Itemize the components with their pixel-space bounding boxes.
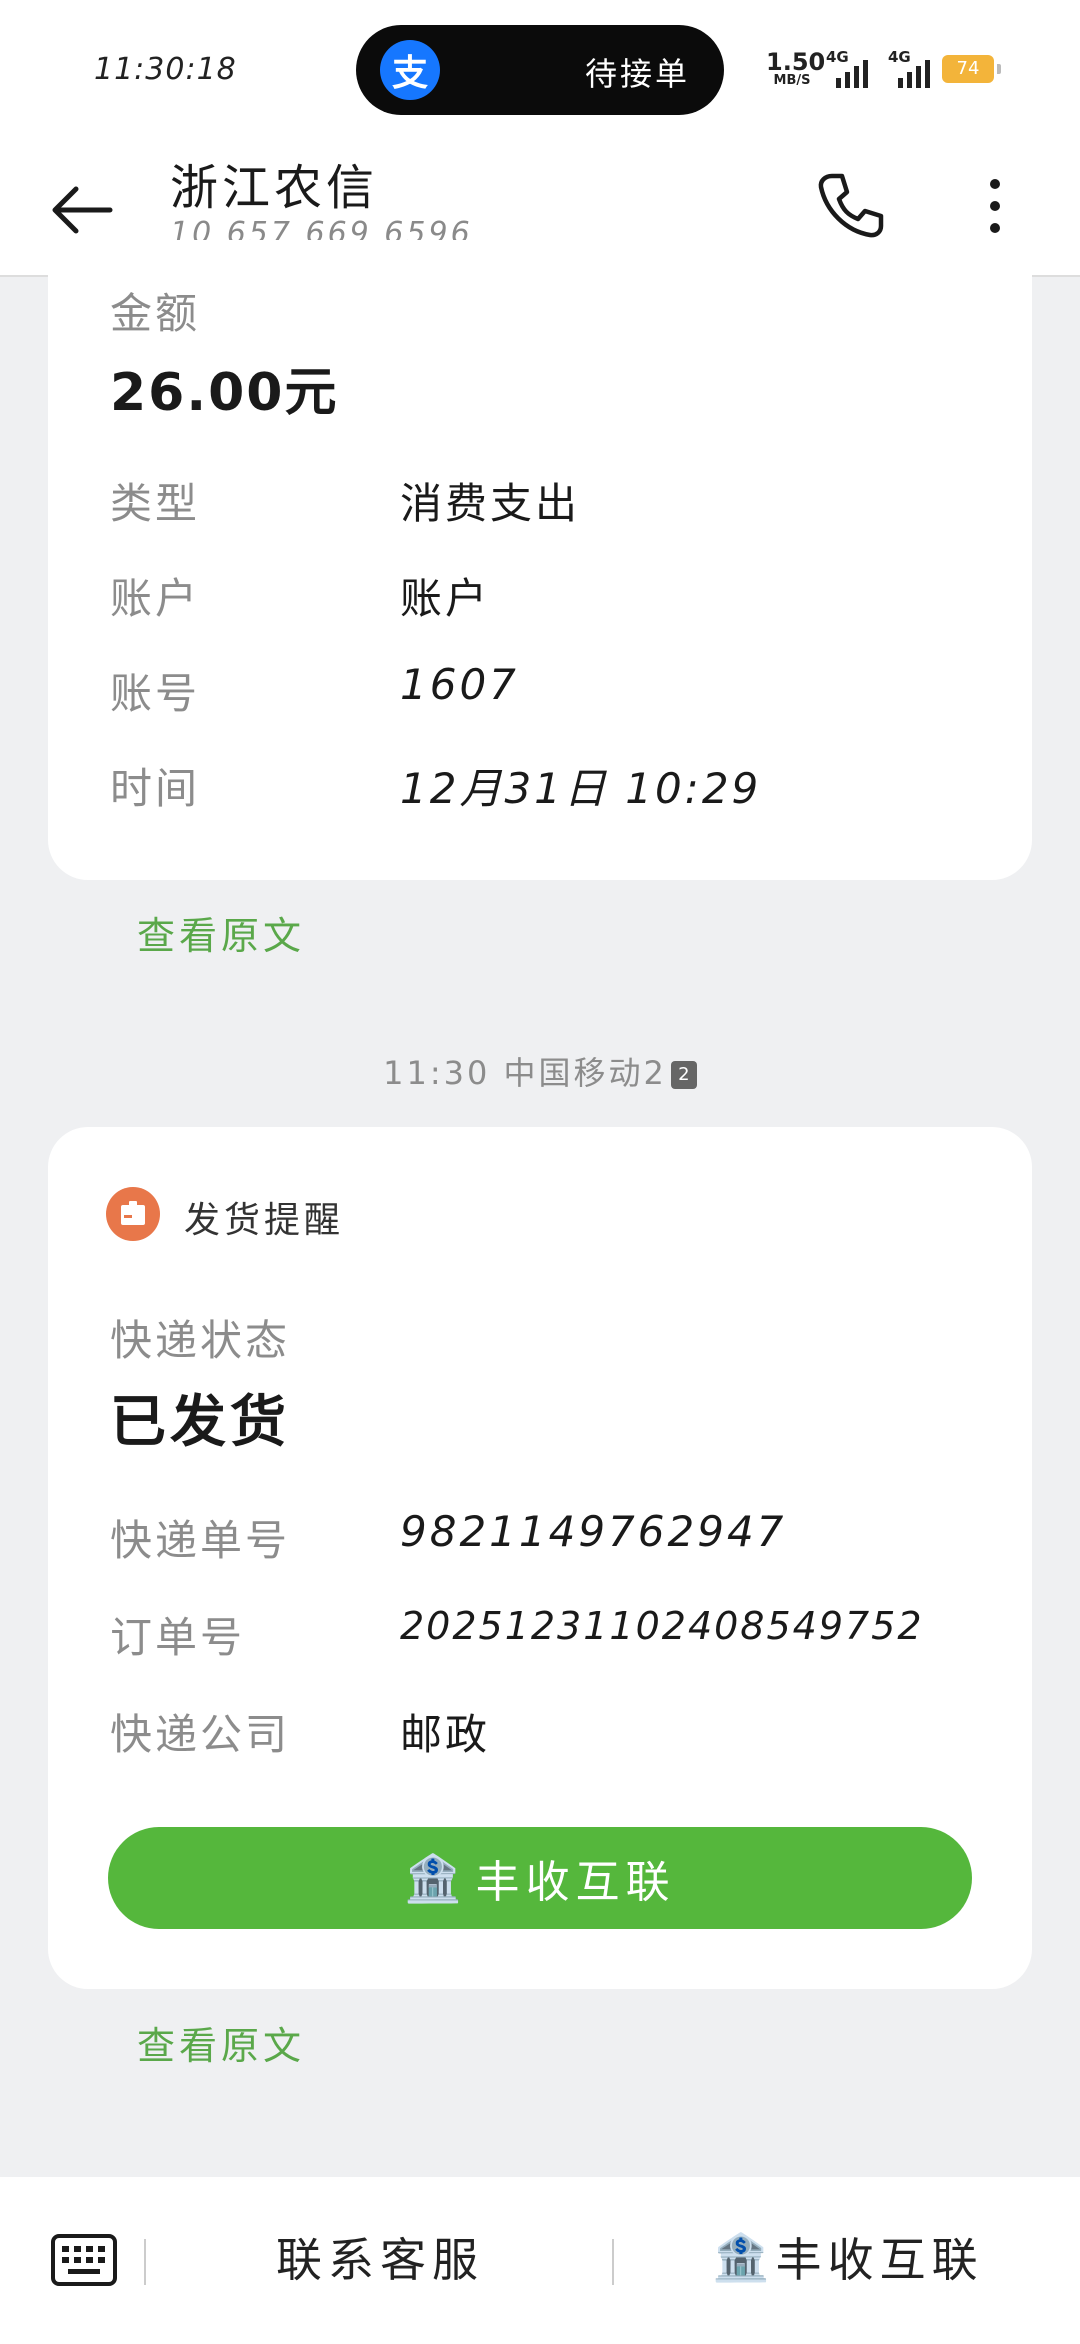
battery-icon: 74 <box>942 55 1001 83</box>
sim-badge: 2 <box>670 1061 697 1089</box>
status-time: 11:30:18 <box>94 52 237 87</box>
keyboard-icon <box>51 2234 117 2286</box>
account-number-value: 1607 <box>400 660 519 709</box>
more-options-button[interactable] <box>970 166 1020 246</box>
fengshou-menu[interactable]: 🏦 丰收互联 <box>616 2217 1080 2297</box>
courier-value: 邮政 <box>400 1710 491 1759</box>
view-original-link[interactable]: 查看原文 <box>137 905 305 960</box>
network-speed: 1.50 MB/S <box>766 48 826 88</box>
phone-icon <box>818 173 884 238</box>
keyboard-toggle-button[interactable] <box>50 2233 118 2287</box>
amount-value: 26.00元 <box>110 363 339 423</box>
package-icon <box>106 1187 160 1241</box>
amount-label: 金额 <box>110 289 201 338</box>
transaction-card: 金额 26.00元 类型 消费支出 账户 账户 账号 1607 时间 12月31… <box>48 240 1032 880</box>
arrow-left-icon <box>52 186 113 234</box>
delivery-status-label: 快递状态 <box>110 1316 291 1365</box>
bottom-menu-bar: 联系客服 🏦 丰收互联 <box>0 2177 1080 2344</box>
tracking-number-label: 快递单号 <box>110 1516 291 1565</box>
time-value: 12月31日 10:29 <box>400 764 762 813</box>
status-bar: 11:30:18 支 待接单 1.50 MB/S 4G 4G 74 <box>0 0 1080 140</box>
message-sender: 中国移动2 <box>503 1054 667 1092</box>
order-number-label: 订单号 <box>110 1613 246 1662</box>
signal-1-icon: 4G <box>826 48 878 88</box>
account-label: 账户 <box>110 574 201 623</box>
action-button-label: 丰收互联 <box>475 1857 676 1908</box>
dynamic-island[interactable]: 支 待接单 <box>356 25 724 115</box>
card-title: 发货提醒 <box>184 1200 345 1241</box>
type-value: 消费支出 <box>400 479 581 528</box>
contact-service-menu[interactable]: 联系客服 <box>150 2217 610 2297</box>
signal-2-icon: 4G <box>888 48 940 88</box>
order-number-value: 20251231102408549752 <box>400 1604 924 1648</box>
call-button[interactable] <box>810 166 890 246</box>
time-label: 时间 <box>110 764 201 813</box>
delivery-status-value: 已发货 <box>110 1390 290 1455</box>
type-label: 类型 <box>110 479 201 528</box>
courier-label: 快递公司 <box>110 1710 291 1759</box>
shipping-card: 发货提醒 快递状态 已发货 快递单号 9821149762947 订单号 202… <box>48 1127 1032 1989</box>
tracking-number-value: 9821149762947 <box>400 1507 787 1556</box>
divider <box>144 2239 146 2285</box>
more-vertical-icon <box>990 179 1000 233</box>
account-value: 账户 <box>400 574 491 623</box>
bank-icon: 🏦 <box>712 2229 776 2284</box>
bank-icon: 🏦 <box>404 1850 468 1905</box>
account-number-label: 账号 <box>110 669 201 718</box>
divider <box>612 2239 614 2285</box>
fengshou-app-button[interactable]: 🏦 丰收互联 <box>108 1827 972 1929</box>
alipay-icon: 支 <box>380 40 440 100</box>
message-meta: 11:30 中国移动2 2 <box>0 1048 1080 1094</box>
island-status-text: 待接单 <box>584 55 690 93</box>
back-button[interactable] <box>44 170 124 250</box>
contact-name: 浙江农信 <box>170 160 379 216</box>
message-time: 11:30 <box>383 1054 491 1092</box>
view-original-link-2[interactable]: 查看原文 <box>137 2015 305 2070</box>
